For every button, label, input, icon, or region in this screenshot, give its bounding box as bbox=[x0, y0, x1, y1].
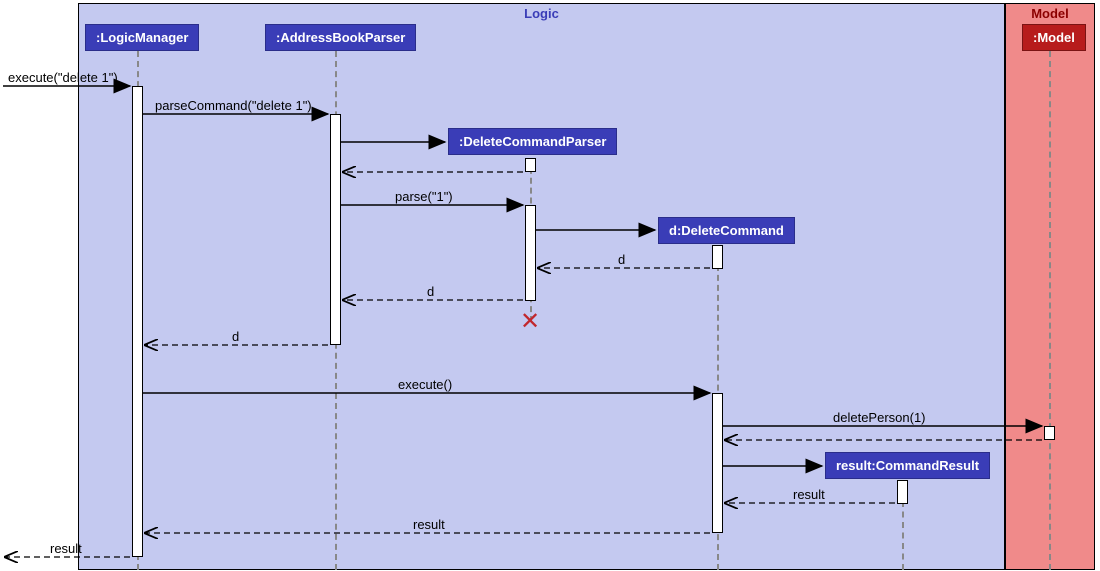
region-logic: Logic bbox=[78, 3, 1005, 570]
activation-dcp-2 bbox=[525, 205, 536, 301]
msg-result2: result bbox=[413, 517, 445, 532]
participant-addressbookparser: :AddressBookParser bbox=[265, 24, 416, 51]
msg-deleteperson: deletePerson(1) bbox=[833, 410, 926, 425]
participant-deletecommandparser: :DeleteCommandParser bbox=[448, 128, 617, 155]
region-logic-title: Logic bbox=[516, 4, 567, 23]
participant-commandresult: result:CommandResult bbox=[825, 452, 990, 479]
participant-logicmanager: :LogicManager bbox=[85, 24, 199, 51]
participant-model: :Model bbox=[1022, 24, 1086, 51]
msg-result3: result bbox=[50, 541, 82, 556]
msg-parse1: parse("1") bbox=[395, 189, 453, 204]
msg-execute: execute() bbox=[398, 377, 452, 392]
sequence-diagram: Logic Model :LogicManager :AddressBookPa… bbox=[0, 0, 1100, 571]
activation-dcp-1 bbox=[525, 158, 536, 172]
lifeline-model bbox=[1049, 51, 1051, 570]
activation-model bbox=[1044, 426, 1055, 440]
msg-execute-delete1: execute("delete 1") bbox=[8, 70, 118, 85]
activation-addressbookparser bbox=[330, 114, 341, 345]
region-model-title: Model bbox=[1023, 4, 1077, 23]
participant-deletecommand: d:DeleteCommand bbox=[658, 217, 795, 244]
destroy-icon: ✕ bbox=[520, 310, 540, 334]
activation-dc-2 bbox=[712, 393, 723, 533]
msg-d2: d bbox=[427, 284, 434, 299]
msg-d1: d bbox=[618, 252, 625, 267]
activation-dc-1 bbox=[712, 245, 723, 269]
activation-commandresult bbox=[897, 480, 908, 504]
msg-d3: d bbox=[232, 329, 239, 344]
activation-logicmanager bbox=[132, 86, 143, 557]
msg-parsecommand: parseCommand("delete 1") bbox=[155, 98, 312, 113]
msg-result1: result bbox=[793, 487, 825, 502]
